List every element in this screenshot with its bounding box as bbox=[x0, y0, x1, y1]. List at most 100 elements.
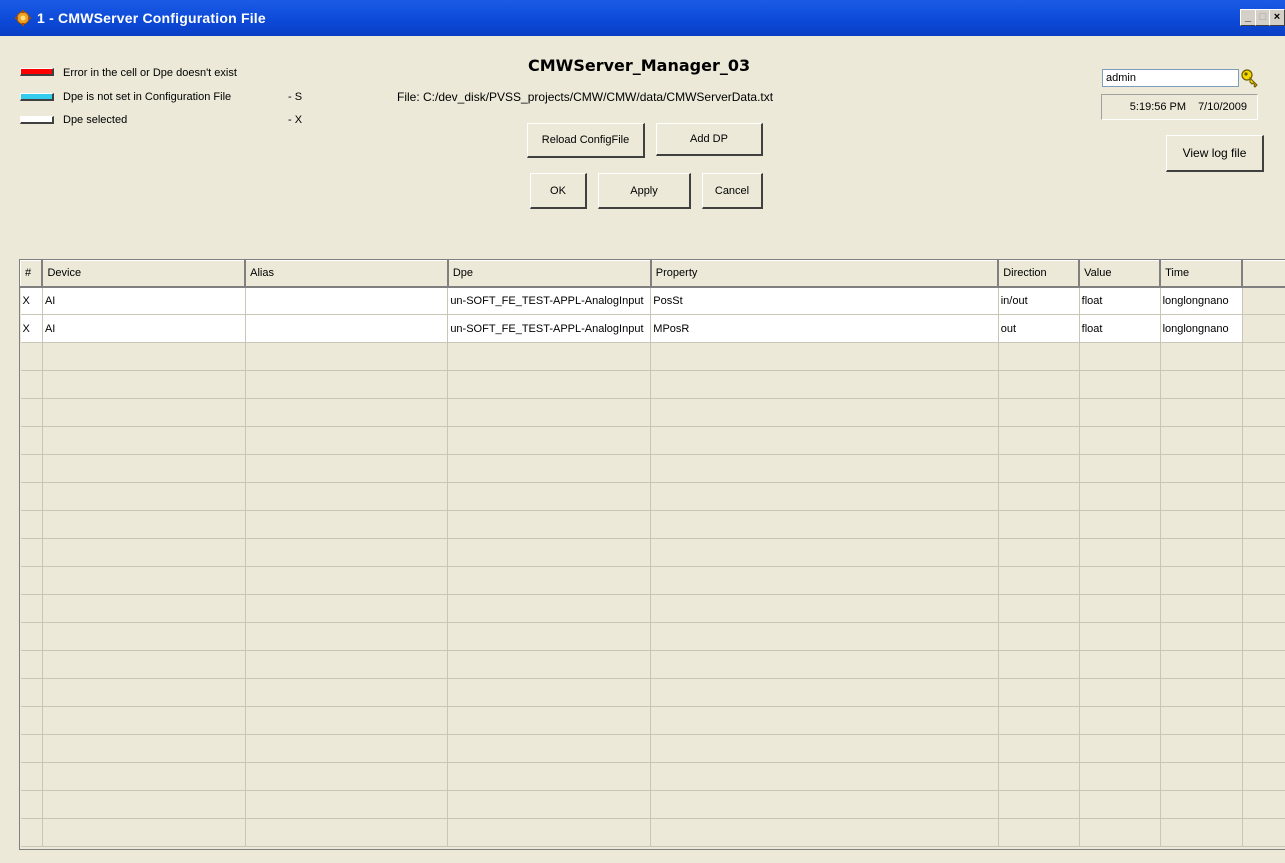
empty-cell[interactable] bbox=[998, 482, 1080, 511]
minimize-button[interactable]: _ bbox=[1240, 9, 1256, 26]
column-header-value[interactable]: Value bbox=[1078, 260, 1162, 288]
cell-alias[interactable] bbox=[245, 314, 449, 343]
cell-property[interactable]: MPosR bbox=[650, 314, 999, 343]
empty-cell[interactable] bbox=[1160, 706, 1243, 735]
empty-cell[interactable] bbox=[1079, 790, 1161, 819]
empty-cell[interactable] bbox=[42, 706, 246, 735]
empty-cell[interactable] bbox=[20, 790, 43, 819]
config-table[interactable]: # Device Alias Dpe Property Direction Va… bbox=[19, 259, 1285, 850]
ok-button[interactable]: OK bbox=[530, 173, 587, 209]
empty-cell[interactable] bbox=[1079, 734, 1161, 763]
empty-cell[interactable] bbox=[1160, 538, 1243, 567]
empty-cell[interactable] bbox=[20, 734, 43, 763]
view-log-file-button[interactable]: View log file bbox=[1166, 135, 1264, 172]
table-row-empty[interactable] bbox=[20, 370, 1285, 399]
table-row-empty[interactable] bbox=[20, 818, 1285, 847]
empty-cell[interactable] bbox=[245, 454, 449, 483]
table-row-empty[interactable] bbox=[20, 426, 1285, 455]
table-row-empty[interactable] bbox=[20, 454, 1285, 483]
empty-cell[interactable] bbox=[42, 762, 246, 791]
empty-cell[interactable] bbox=[245, 650, 449, 679]
empty-cell[interactable] bbox=[42, 622, 246, 651]
empty-cell[interactable] bbox=[245, 678, 449, 707]
empty-cell[interactable] bbox=[20, 510, 43, 539]
empty-cell[interactable] bbox=[650, 678, 999, 707]
empty-cell[interactable] bbox=[447, 678, 652, 707]
cell-index[interactable]: X bbox=[20, 314, 43, 343]
empty-cell[interactable] bbox=[998, 790, 1080, 819]
cancel-button[interactable]: Cancel bbox=[702, 173, 763, 209]
empty-cell[interactable] bbox=[245, 398, 449, 427]
reload-configfile-button[interactable]: Reload ConfigFile bbox=[527, 123, 645, 158]
empty-cell[interactable] bbox=[1160, 790, 1243, 819]
empty-cell[interactable] bbox=[998, 510, 1080, 539]
cell-value[interactable]: float bbox=[1079, 314, 1161, 343]
empty-cell[interactable] bbox=[20, 482, 43, 511]
empty-cell[interactable] bbox=[447, 482, 652, 511]
empty-cell[interactable] bbox=[42, 818, 246, 847]
cell-time[interactable]: longlongnano bbox=[1160, 314, 1243, 343]
cell-dpe[interactable]: un-SOFT_FE_TEST-APPL-AnalogInput bbox=[447, 286, 652, 315]
empty-cell[interactable] bbox=[20, 342, 43, 371]
empty-cell[interactable] bbox=[1160, 426, 1243, 455]
empty-cell[interactable] bbox=[1160, 566, 1243, 595]
empty-cell[interactable] bbox=[245, 818, 449, 847]
column-header-dpe[interactable]: Dpe bbox=[447, 260, 652, 288]
empty-cell[interactable] bbox=[650, 342, 999, 371]
cell-device[interactable]: AI bbox=[42, 286, 246, 315]
empty-cell[interactable] bbox=[42, 426, 246, 455]
empty-cell[interactable] bbox=[998, 398, 1080, 427]
table-row[interactable]: X AI un-SOFT_FE_TEST-APPL-AnalogInput MPosR… bbox=[20, 314, 1285, 343]
cell-time[interactable]: longlongnano bbox=[1160, 286, 1243, 315]
cell-value[interactable]: float bbox=[1079, 286, 1161, 315]
table-row-empty[interactable] bbox=[20, 538, 1285, 567]
empty-cell[interactable] bbox=[245, 510, 449, 539]
empty-cell[interactable] bbox=[447, 454, 652, 483]
empty-cell[interactable] bbox=[447, 762, 652, 791]
empty-cell[interactable] bbox=[998, 734, 1080, 763]
empty-cell[interactable] bbox=[650, 762, 999, 791]
empty-cell[interactable] bbox=[998, 818, 1080, 847]
empty-cell[interactable] bbox=[20, 706, 43, 735]
empty-cell[interactable] bbox=[650, 818, 999, 847]
empty-cell[interactable] bbox=[998, 622, 1080, 651]
close-button[interactable]: × bbox=[1269, 9, 1285, 26]
empty-cell[interactable] bbox=[447, 398, 652, 427]
empty-cell[interactable] bbox=[1079, 342, 1161, 371]
cell-direction[interactable]: in/out bbox=[998, 286, 1080, 315]
empty-cell[interactable] bbox=[650, 650, 999, 679]
empty-cell[interactable] bbox=[1160, 342, 1243, 371]
empty-cell[interactable] bbox=[447, 426, 652, 455]
empty-cell[interactable] bbox=[447, 594, 652, 623]
cell-direction[interactable]: out bbox=[998, 314, 1080, 343]
empty-cell[interactable] bbox=[1160, 650, 1243, 679]
empty-cell[interactable] bbox=[42, 454, 246, 483]
empty-cell[interactable] bbox=[245, 370, 449, 399]
apply-button[interactable]: Apply bbox=[598, 173, 691, 209]
empty-cell[interactable] bbox=[1160, 594, 1243, 623]
empty-cell[interactable] bbox=[245, 734, 449, 763]
cell-alias[interactable] bbox=[245, 286, 449, 315]
empty-cell[interactable] bbox=[650, 482, 999, 511]
empty-cell[interactable] bbox=[20, 454, 43, 483]
empty-cell[interactable] bbox=[998, 342, 1080, 371]
empty-cell[interactable] bbox=[245, 538, 449, 567]
empty-cell[interactable] bbox=[650, 398, 999, 427]
table-row-empty[interactable] bbox=[20, 566, 1285, 595]
empty-cell[interactable] bbox=[1079, 398, 1161, 427]
cell-dpe[interactable]: un-SOFT_FE_TEST-APPL-AnalogInput bbox=[447, 314, 652, 343]
empty-cell[interactable] bbox=[1160, 398, 1243, 427]
empty-cell[interactable] bbox=[998, 426, 1080, 455]
empty-cell[interactable] bbox=[20, 426, 43, 455]
empty-cell[interactable] bbox=[42, 678, 246, 707]
table-row-empty[interactable] bbox=[20, 510, 1285, 539]
empty-cell[interactable] bbox=[20, 622, 43, 651]
empty-cell[interactable] bbox=[650, 454, 999, 483]
column-header-direction[interactable]: Direction bbox=[997, 260, 1081, 288]
empty-cell[interactable] bbox=[42, 566, 246, 595]
empty-cell[interactable] bbox=[1160, 622, 1243, 651]
empty-cell[interactable] bbox=[1160, 762, 1243, 791]
empty-cell[interactable] bbox=[1160, 370, 1243, 399]
cell-device[interactable]: AI bbox=[42, 314, 246, 343]
empty-cell[interactable] bbox=[650, 622, 999, 651]
